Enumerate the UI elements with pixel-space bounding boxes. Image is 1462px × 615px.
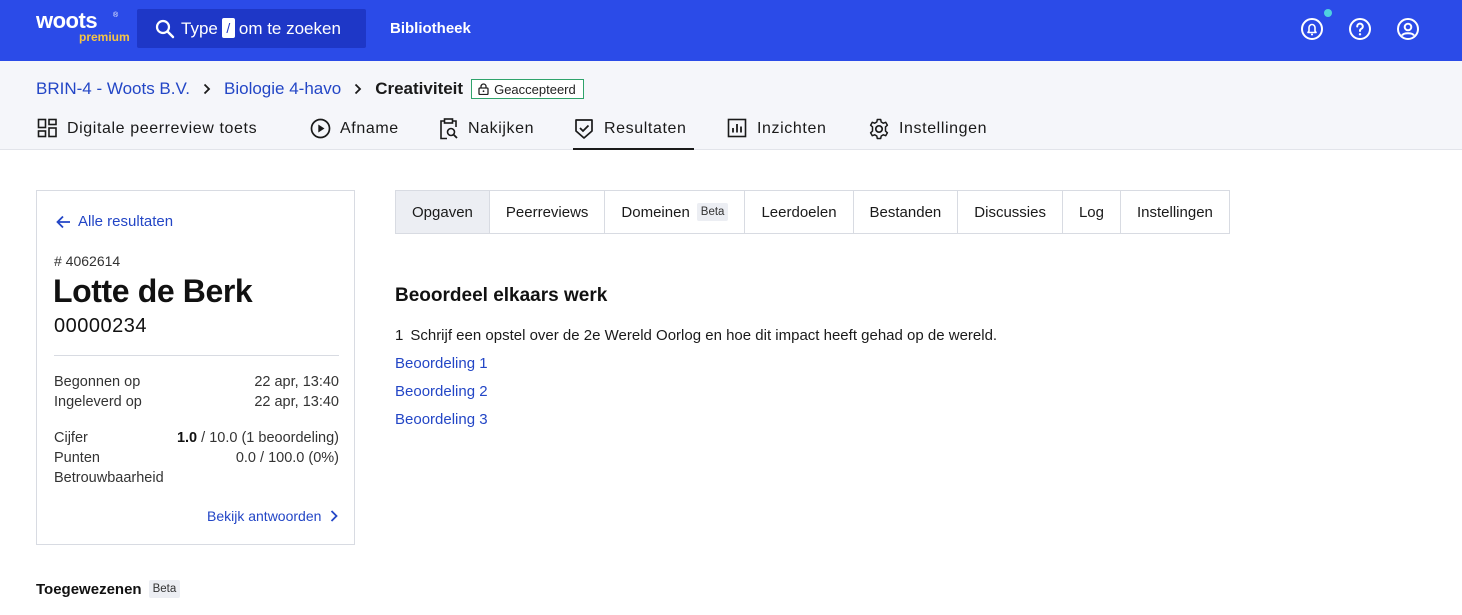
notification-dot: [1324, 9, 1332, 17]
help-icon[interactable]: [1348, 17, 1372, 41]
review-link-1[interactable]: Beoordeling 1: [395, 355, 488, 372]
tab-domeinen[interactable]: Domeinen Beta: [605, 191, 746, 233]
breadcrumb: BRIN-4 - Woots B.V. Biologie 4-havo Crea…: [36, 79, 584, 99]
library-link[interactable]: Bibliotheek: [390, 20, 471, 37]
section-title: Beoordeel elkaars werk: [395, 285, 608, 306]
notification-bell-icon[interactable]: [1300, 17, 1324, 41]
tab-opgaven[interactable]: Opgaven: [396, 191, 490, 233]
breadcrumb-course[interactable]: Biologie 4-havo: [224, 79, 341, 99]
beta-badge: Beta: [696, 203, 729, 221]
result-tabs: Opgaven Peerreviews Domeinen Beta Leerdo…: [395, 190, 1230, 234]
sub-header: BRIN-4 - Woots B.V. Biologie 4-havo Crea…: [0, 61, 1462, 150]
woots-logo[interactable]: woots ® premium: [36, 8, 130, 44]
started-row: Begonnen op 22 apr, 13:40: [54, 374, 339, 390]
clipboard-search-icon: [440, 118, 458, 140]
search-shortcut-key: /: [221, 18, 235, 38]
chevron-right-icon: [203, 83, 211, 95]
chevron-right-icon: [355, 83, 362, 95]
grade-value: 1.0: [176, 430, 198, 446]
tab-instellingen[interactable]: Instellingen: [1121, 191, 1229, 233]
nav-resultaten[interactable]: Resultaten: [573, 116, 694, 150]
breadcrumb-school[interactable]: BRIN-4 - Woots B.V.: [36, 79, 190, 99]
account-icon[interactable]: [1396, 17, 1420, 41]
question-number: 1: [395, 327, 404, 344]
submitted-row: Ingeleverd op 22 apr, 13:40: [54, 394, 339, 410]
tab-bestanden[interactable]: Bestanden: [853, 191, 959, 233]
top-bar: woots ® premium Type / om te zoeken Biblio…: [0, 0, 1462, 61]
tab-leerdoelen[interactable]: Leerdoelen: [745, 191, 854, 233]
logo-premium: premium: [79, 30, 130, 44]
assigned-section-title: Toegewezenen Beta: [36, 580, 181, 598]
nav-instellingen[interactable]: Instellingen: [868, 116, 987, 150]
grade-row: Cijfer 1.0 / 10.0 (1 beoordeling): [54, 430, 339, 446]
candidate-name: Lotte de Berk: [53, 273, 253, 309]
review-link-2[interactable]: Beoordeling 2: [395, 383, 488, 400]
nav-digitale-peerreview-toets[interactable]: Digitale peerreview toets: [37, 116, 257, 150]
back-to-results-link[interactable]: Alle resultaten: [56, 213, 173, 230]
breadcrumb-current: Creativiteit: [375, 79, 464, 98]
status-badge: Geaccepteerd: [471, 79, 584, 99]
tab-discussies[interactable]: Discussies: [958, 191, 1063, 233]
review-link-3[interactable]: Beoordeling 3: [395, 411, 488, 428]
question-text: Schrijf een opstel over de 2e Wereld Oor…: [410, 327, 998, 344]
arrow-left-icon: [56, 215, 70, 228]
tab-peerreviews[interactable]: Peerreviews: [489, 191, 606, 233]
chevron-right-icon: [331, 510, 339, 522]
view-answers-link[interactable]: Bekijk antwoorden: [207, 508, 339, 524]
candidate-id: # 4062614: [54, 253, 121, 269]
divider: [54, 355, 339, 356]
gear-icon: [869, 118, 889, 140]
points-row: Punten 0.0 / 100.0 (0%): [54, 450, 339, 466]
result-card: Alle resultaten # 4062614 Lotte de Berk …: [36, 190, 355, 545]
reliability-row: Betrouwbaarheid: [54, 470, 164, 486]
lock-icon: [478, 83, 489, 95]
question-item: 1 Schrijf een opstel over de 2e Wereld Oo…: [395, 327, 997, 344]
beta-badge: Beta: [148, 580, 181, 598]
student-number: 00000234: [54, 315, 147, 337]
nav-nakijken[interactable]: Nakijken: [438, 116, 534, 150]
search-box[interactable]: Type / om te zoeken: [137, 9, 366, 48]
tab-log[interactable]: Log: [1062, 191, 1121, 233]
bar-chart-icon: [727, 118, 747, 138]
nav-inzichten[interactable]: Inzichten: [727, 116, 826, 150]
shield-check-icon: [575, 119, 593, 139]
search-icon: [155, 19, 175, 39]
search-placeholder: Type / om te zoeken: [181, 18, 341, 38]
nav-afname[interactable]: Afname: [310, 116, 399, 150]
play-icon: [310, 118, 331, 139]
dashboard-icon: [37, 118, 57, 138]
